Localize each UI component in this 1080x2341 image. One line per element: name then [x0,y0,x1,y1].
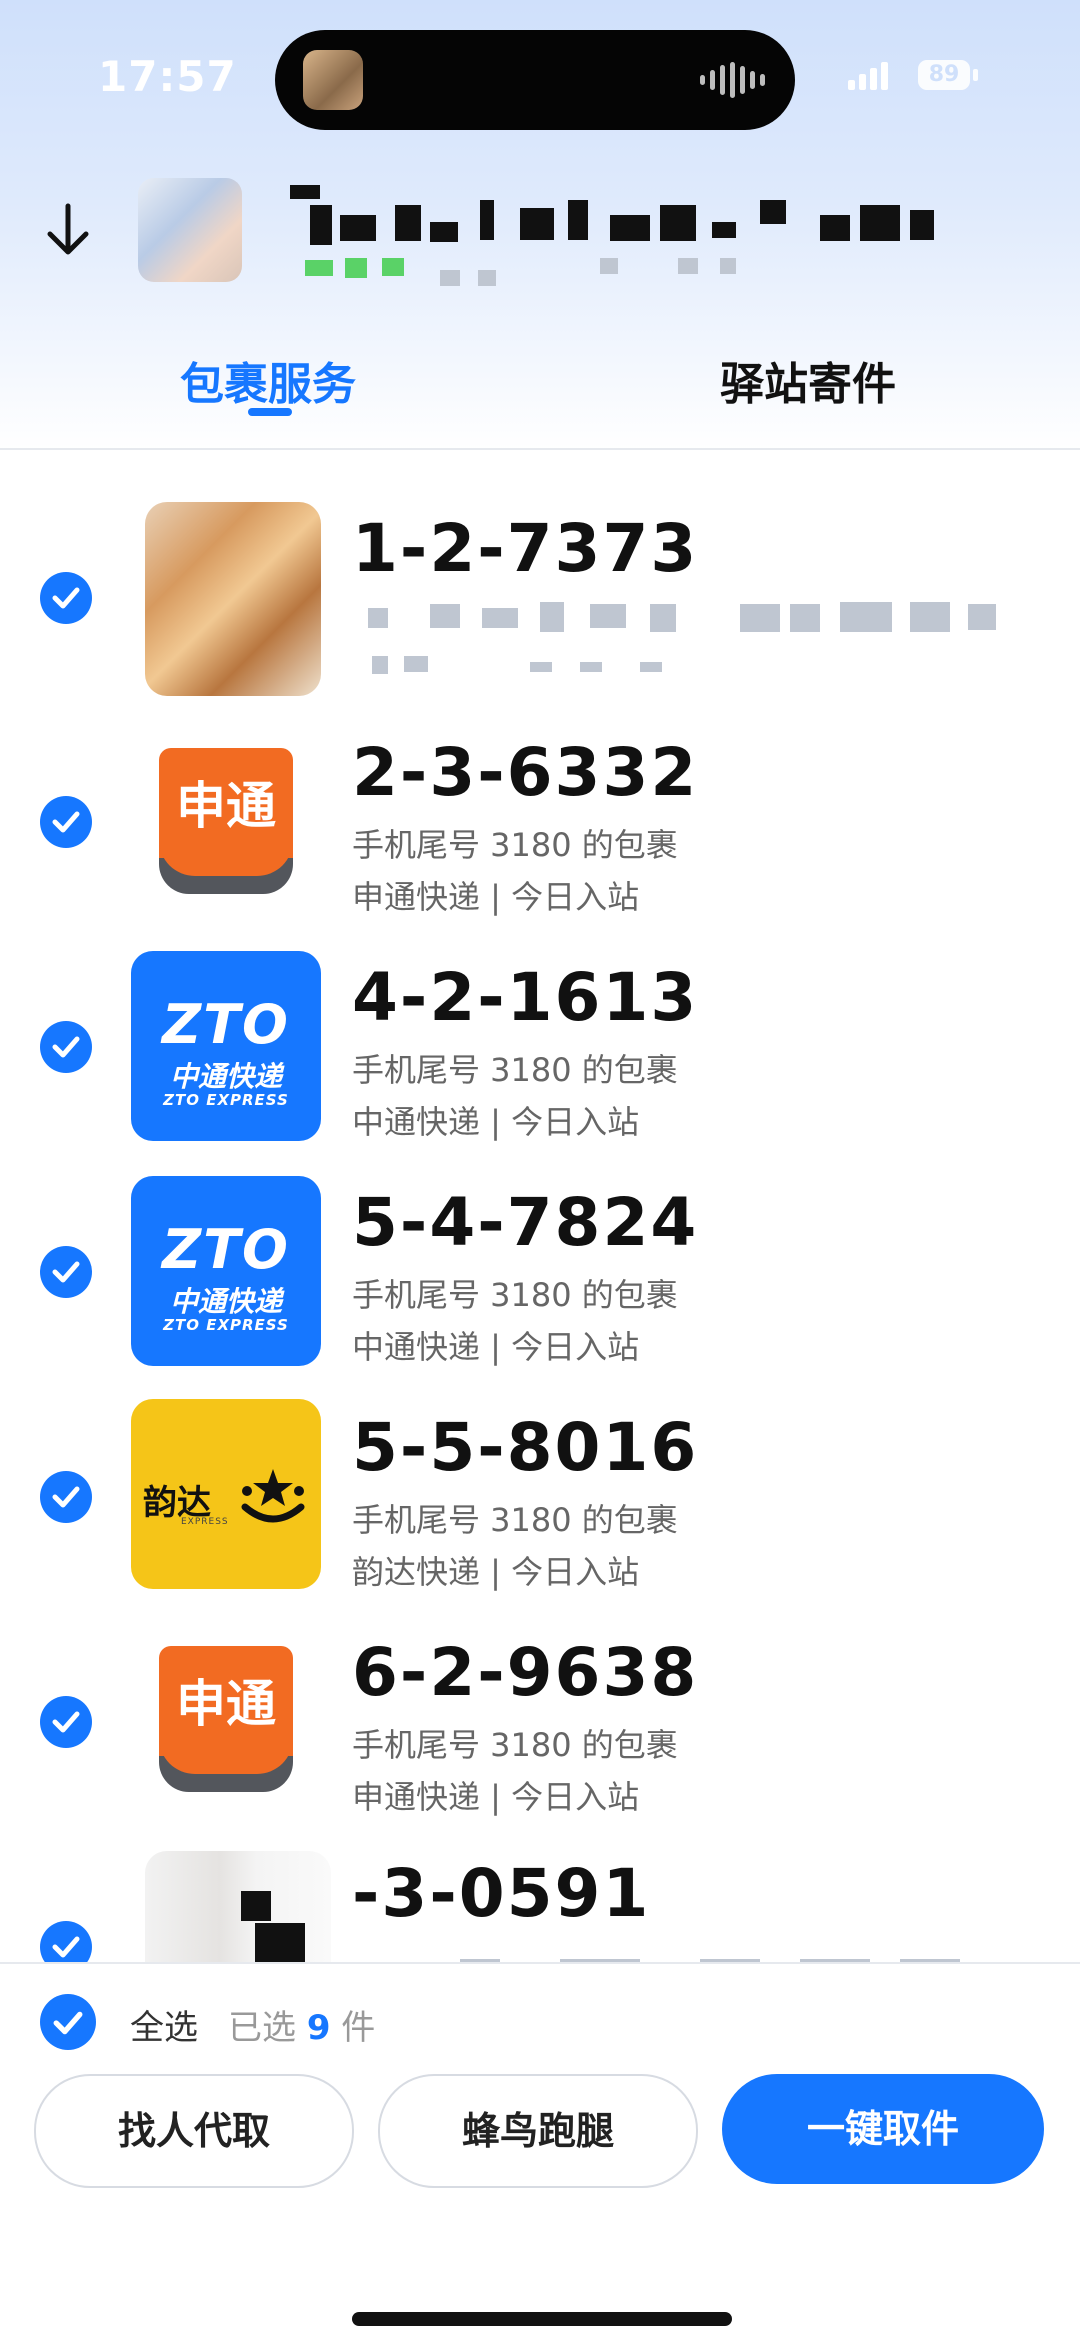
package-phone-info: 手机尾号 3180 的包裹 [352,1051,678,1089]
pickup-code: -3-0591 [352,1855,651,1932]
selected-count: 已选 9 件 [228,2000,375,2049]
yunda-smile-icon [241,1469,305,1523]
yunda-logo-en: EXPRESS [181,1517,229,1527]
package-thumbnail [145,502,321,696]
list-item[interactable]: ZTO 中通快递 ZTO EXPRESS 4-2-1613 手机尾号 3180 … [0,935,1080,1159]
sto-logo-text: 申通 [176,777,276,835]
avatar[interactable] [138,178,242,282]
package-courier-info: 申通快递 | 今日入站 [352,1778,640,1816]
package-phone-info: 手机尾号 3180 的包裹 [352,1726,678,1764]
selected-prefix: 已选 [228,2008,296,2048]
status-time: 17:57 [98,52,237,101]
zto-logo-text: ZTO [162,993,290,1056]
list-item[interactable]: ZTO 中通快递 ZTO EXPRESS 5-4-7824 手机尾号 3180 … [0,1160,1080,1384]
checkbox-checked-icon[interactable] [40,1696,92,1748]
yunda-logo-icon: 韵达 EXPRESS [131,1399,321,1589]
list-item[interactable]: 申通 2-3-6332 手机尾号 3180 的包裹 申通快递 | 今日入站 [0,710,1080,934]
checkbox-checked-icon[interactable] [40,1246,92,1298]
tab-active-indicator [248,408,292,416]
package-thumbnail [145,1851,331,1962]
pickup-code: 1-2-7373 [352,510,699,587]
package-courier-info: 中通快递 | 今日入站 [352,1103,640,1141]
zto-logo-en: ZTO EXPRESS [163,1316,289,1334]
selected-suffix: 件 [341,2008,376,2048]
package-phone-info: 手机尾号 3180 的包裹 [352,1276,678,1314]
arrow-down-icon[interactable] [40,200,96,260]
pickup-code: 6-2-9638 [352,1634,699,1711]
fengniao-errand-button[interactable]: 蜂鸟跑腿 [378,2074,698,2188]
sto-logo-icon: 申通 [131,728,321,918]
package-phone-info: 手机尾号 3180 的包裹 [352,1501,678,1539]
list-item[interactable]: 申通 6-2-9638 手机尾号 3180 的包裹 申通快递 | 今日入站 [0,1610,1080,1834]
package-courier-info: 申通快递 | 今日入站 [352,878,640,916]
package-courier-info: 中通快递 | 今日入站 [352,1328,640,1366]
battery-icon: 89 [918,60,970,90]
sto-logo-text: 申通 [176,1675,276,1733]
tab-divider [0,448,1080,450]
zto-logo-cn: 中通快递 [169,1285,282,1318]
pickup-code: 5-5-8016 [352,1409,699,1486]
checkbox-checked-icon[interactable] [40,796,92,848]
checkbox-checked-icon[interactable] [40,1471,92,1523]
package-courier-info: 韵达快递 | 今日入站 [352,1553,640,1591]
zto-logo-en: ZTO EXPRESS [163,1091,289,1109]
sto-logo-icon: 申通 [131,1626,321,1816]
checkbox-checked-icon[interactable] [40,1021,92,1073]
checkbox-checked-icon[interactable] [40,572,92,624]
pickup-code: 4-2-1613 [352,959,699,1036]
zto-logo-text: ZTO [162,1218,290,1281]
zto-logo-icon: ZTO 中通快递 ZTO EXPRESS [131,1176,321,1366]
pickup-code: 2-3-6332 [352,734,699,811]
find-person-button[interactable]: 找人代取 [34,2074,354,2188]
signal-icon [848,60,888,90]
one-click-pickup-button[interactable]: 一键取件 [722,2074,1044,2184]
tab-station-send[interactable]: 驿站寄件 [720,348,896,412]
audio-wave-icon [700,62,765,98]
select-all-label[interactable]: 全选 [130,2000,198,2049]
package-phone-info: 手机尾号 3180 的包裹 [352,826,678,864]
media-thumbnail [303,50,363,110]
tab-package-service[interactable]: 包裹服务 [180,348,356,412]
select-all-checkbox[interactable] [40,1994,96,2050]
list-item[interactable]: -3-0591 [0,1835,1080,1962]
list-item[interactable]: 1-2-7373 [0,486,1080,710]
selected-number: 9 [306,2008,331,2048]
battery-tip [973,69,978,81]
zto-logo-cn: 中通快递 [169,1060,282,1093]
home-indicator[interactable] [352,2312,732,2326]
zto-logo-icon: ZTO 中通快递 ZTO EXPRESS [131,951,321,1141]
list-item[interactable]: 韵达 EXPRESS 5-5-8016 手机尾号 3180 的包裹 韵达快递 |… [0,1385,1080,1609]
footer-divider [0,1962,1080,1964]
dynamic-island[interactable] [275,30,795,130]
pickup-code: 5-4-7824 [352,1184,699,1261]
checkbox-checked-icon[interactable] [40,1921,92,1962]
